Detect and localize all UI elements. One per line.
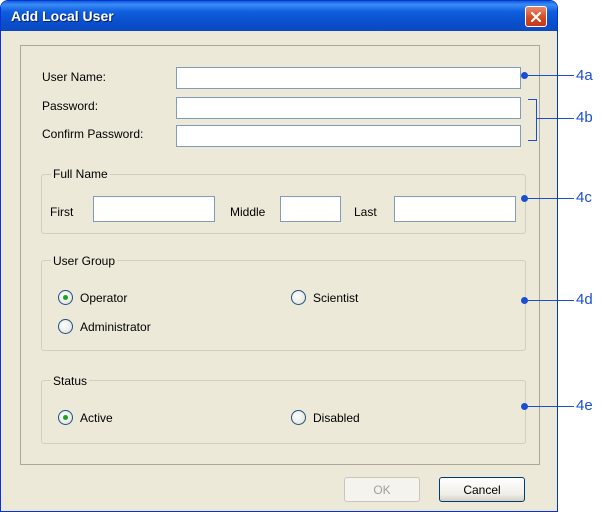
scientist-option[interactable]: Scientist — [291, 290, 358, 305]
operator-radio[interactable] — [58, 290, 73, 305]
active-radio[interactable] — [58, 410, 73, 425]
callout-4e-line — [525, 406, 574, 407]
active-label: Active — [80, 410, 113, 425]
disabled-option[interactable]: Disabled — [291, 410, 360, 425]
scientist-radio[interactable] — [291, 290, 306, 305]
disabled-radio[interactable] — [291, 410, 306, 425]
callout-4d-label: 4d — [576, 291, 593, 308]
administrator-option[interactable]: Administrator — [58, 319, 151, 334]
password-label: Password: — [42, 99, 99, 113]
close-button[interactable] — [525, 6, 547, 27]
user-name-field[interactable] — [176, 67, 521, 89]
form-panel: User Name: Password: Confirm Password: F… — [20, 45, 540, 465]
confirm-password-field[interactable] — [176, 125, 521, 147]
add-local-user-dialog: Add Local User User Name: Password: Conf… — [0, 0, 558, 512]
callout-4b-bracket — [528, 99, 537, 141]
title-bar: Add Local User — [1, 1, 557, 31]
dialog-title: Add Local User — [11, 8, 114, 24]
active-option[interactable]: Active — [58, 410, 113, 425]
callout-4c-label: 4c — [576, 189, 592, 206]
last-name-field[interactable] — [394, 196, 516, 222]
dialog-body: User Name: Password: Confirm Password: F… — [1, 31, 557, 502]
last-name-label: Last — [354, 205, 377, 219]
password-input[interactable] — [177, 98, 520, 118]
radio-selected-dot — [63, 415, 68, 420]
operator-label: Operator — [80, 290, 128, 305]
middle-name-input[interactable] — [281, 197, 340, 221]
status-legend: Status — [51, 374, 90, 388]
user-name-label: User Name: — [42, 70, 107, 84]
callout-4a-label: 4a — [576, 67, 593, 84]
scientist-label: Scientist — [313, 290, 359, 305]
user-group-group — [41, 260, 526, 351]
password-field[interactable] — [176, 97, 521, 119]
cancel-button[interactable]: Cancel — [439, 477, 525, 502]
ok-button[interactable]: OK — [344, 477, 420, 502]
last-name-input[interactable] — [395, 197, 515, 221]
radio-selected-dot — [63, 295, 68, 300]
user-group-legend: User Group — [51, 254, 118, 268]
full-name-legend: Full Name — [51, 167, 110, 181]
administrator-radio[interactable] — [58, 319, 73, 334]
callout-4d-line — [525, 300, 574, 301]
status-group — [41, 380, 526, 444]
first-name-field[interactable] — [93, 196, 215, 222]
user-name-input[interactable] — [177, 68, 520, 88]
close-icon — [530, 11, 542, 22]
disabled-label: Disabled — [313, 410, 360, 425]
callout-4a-line — [525, 75, 574, 76]
administrator-label: Administrator — [80, 319, 151, 334]
callout-4e-label: 4e — [576, 397, 593, 414]
callout-4b-label: 4b — [576, 109, 593, 126]
operator-option[interactable]: Operator — [58, 290, 127, 305]
middle-name-field[interactable] — [280, 196, 341, 222]
first-name-label: First — [50, 205, 74, 219]
callout-4b-line — [537, 118, 574, 119]
first-name-input[interactable] — [94, 197, 214, 221]
callout-4c-line — [525, 198, 574, 199]
confirm-password-input[interactable] — [177, 126, 520, 146]
confirm-password-label: Confirm Password: — [42, 127, 144, 141]
middle-name-label: Middle — [230, 205, 266, 219]
